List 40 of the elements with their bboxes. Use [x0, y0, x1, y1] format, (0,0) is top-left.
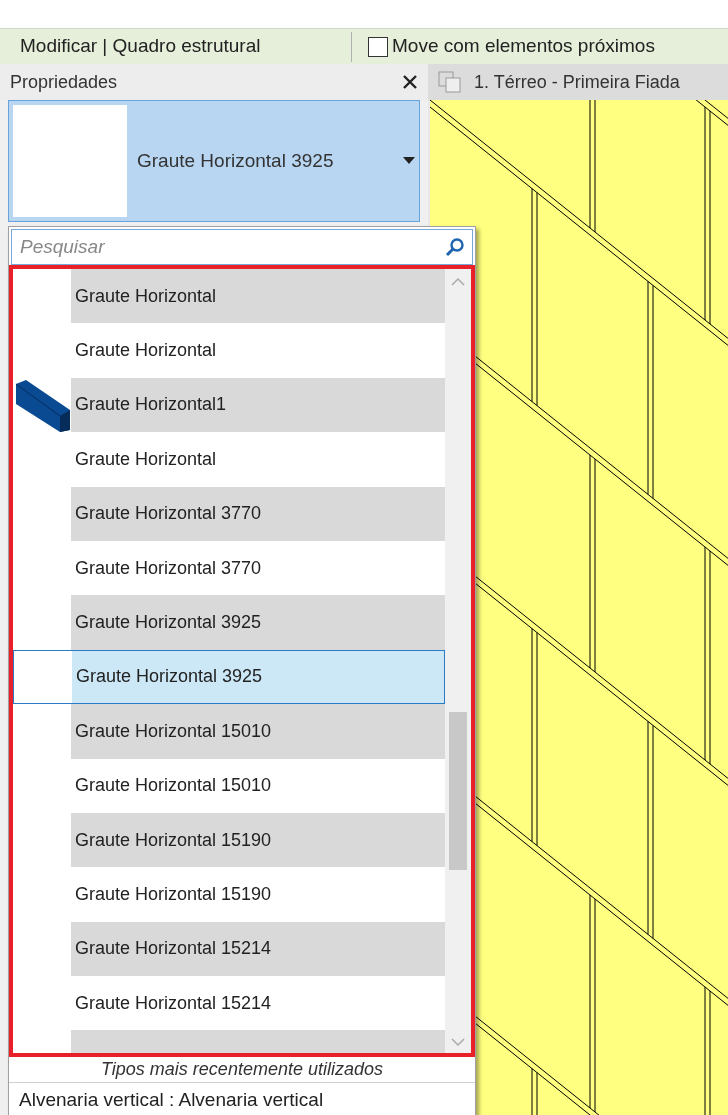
scrollbar[interactable] — [445, 269, 471, 1053]
type-list-item[interactable]: Graute Horizontal 15010 — [13, 704, 445, 759]
type-list-item[interactable]: Graute Horizontal — [13, 269, 445, 324]
dropdown-caret-icon[interactable] — [403, 157, 415, 165]
type-list-item[interactable]: Graute Horizontal 3925 — [13, 649, 445, 705]
type-list-item[interactable]: Graute Horizontal 3925 — [13, 595, 445, 650]
type-name: Graute Horizontal — [74, 339, 217, 363]
panel-title: Propriedades — [10, 70, 118, 94]
search-icon[interactable] — [445, 237, 465, 257]
type-name: Graute Horizontal1 — [74, 393, 227, 417]
search-field[interactable]: Pesquisar — [11, 229, 473, 265]
view-title: 1. Térreo - Primeira Fiada — [474, 70, 680, 94]
type-name: Graute Horizontal 15190 — [74, 883, 272, 906]
close-icon[interactable] — [402, 74, 418, 90]
view-icon — [438, 71, 462, 93]
view-tab[interactable]: 1. Térreo - Primeira Fiada — [428, 64, 728, 100]
type-name: Graute Horizontal 3925 — [75, 665, 263, 689]
recent-types-heading: Tipos mais recentemente utilizados — [101, 1058, 383, 1081]
type-name: Graute Horizontal 3925 — [74, 611, 262, 635]
type-list-item[interactable]: Graute Horizontal1 — [13, 377, 445, 433]
context-label: Modificar | Quadro estrutural — [0, 31, 352, 62]
beam-preview-icon — [14, 377, 70, 432]
type-name: Graute Horizontal 15010 — [74, 774, 272, 798]
recent-type-item[interactable]: Alvenaria vertical : Alvenaria vertical — [9, 1083, 475, 1115]
type-name: Graute Horizontal 15010 — [74, 719, 272, 743]
checkbox-label: Move com elementos próximos — [392, 34, 655, 59]
type-name: Graute Horizontal 3770 — [74, 502, 262, 526]
type-name: Graute Horizontal 15190 — [74, 828, 272, 852]
type-list-item[interactable]: Graute Horizontal 3770 — [13, 486, 445, 541]
type-list-item[interactable]: Graute Horizontal 15214 — [13, 921, 445, 977]
type-name: Graute Horizontal — [74, 447, 217, 471]
type-name: Graute Horizontal — [74, 284, 217, 308]
checkbox[interactable] — [368, 36, 388, 57]
scrollbar-thumb[interactable] — [449, 712, 467, 870]
type-name: Graute Horizontal 15214 — [74, 991, 272, 1015]
type-name: Graute Horizontal 15214 — [74, 937, 272, 961]
type-selector[interactable]: Graute Horizontal 3925 — [8, 100, 420, 222]
type-name: Graute Horizontal 3770 — [74, 556, 262, 580]
type-selector-value: Graute Horizontal 3925 — [137, 148, 335, 173]
type-list-item[interactable]: Graute Horizontal 15190 — [13, 812, 445, 868]
